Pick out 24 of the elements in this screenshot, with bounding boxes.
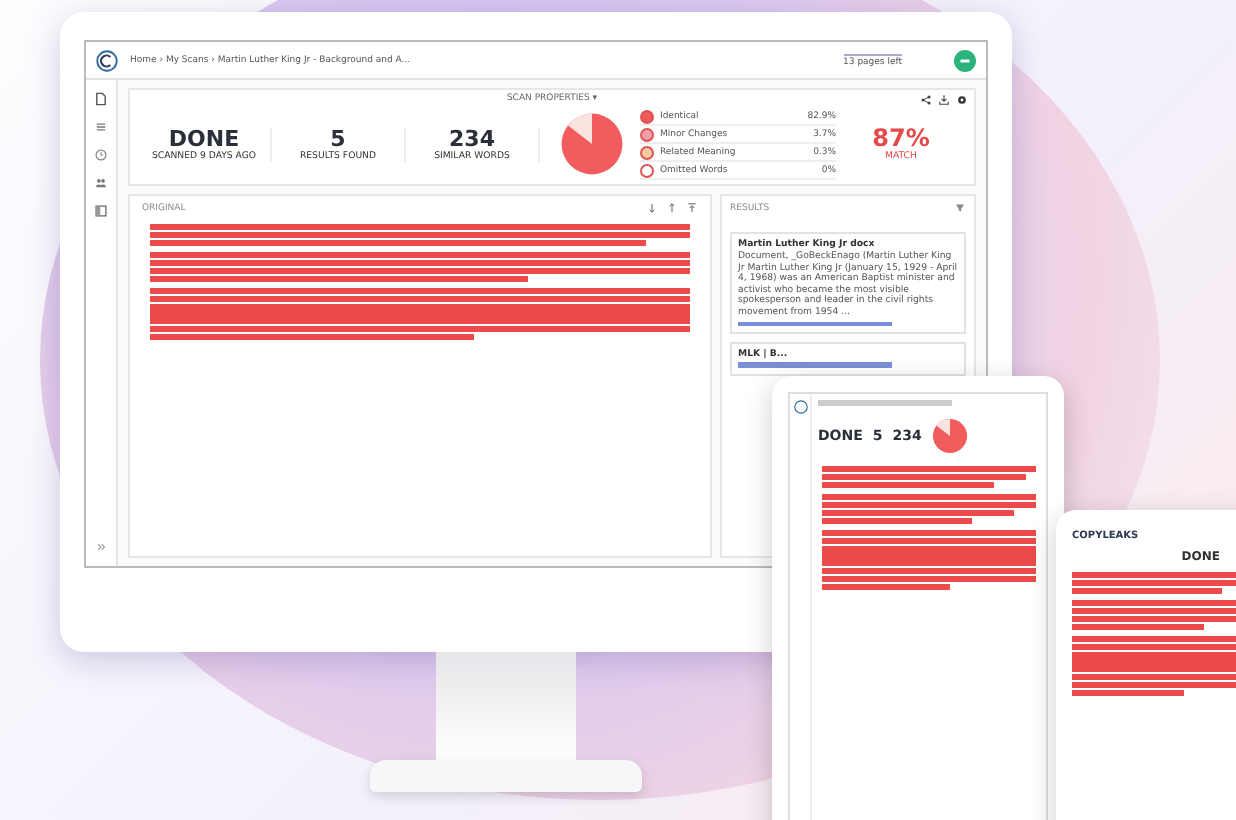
share-icon[interactable]: [920, 94, 932, 106]
list-icon[interactable]: [94, 120, 108, 134]
arrow-down-icon[interactable]: [646, 202, 658, 214]
compare-icon[interactable]: [94, 204, 108, 218]
collapse-icon[interactable]: [94, 540, 108, 554]
settings-icon[interactable]: [956, 94, 968, 106]
filter-icon[interactable]: [954, 202, 966, 214]
download-icon[interactable]: [938, 94, 950, 106]
users-icon[interactable]: [94, 176, 108, 190]
title-placeholder: [818, 400, 952, 406]
logo-icon: [793, 400, 807, 414]
stat-value: 234: [449, 127, 495, 151]
arrow-up-icon[interactable]: [666, 202, 678, 214]
stat-value: DONE: [168, 127, 240, 151]
logo-icon: [96, 49, 118, 71]
stat-value: 5: [330, 127, 346, 151]
result-card[interactable]: [730, 232, 966, 335]
monitor-stand: [436, 652, 576, 760]
match-percent: 87%: [872, 126, 930, 152]
pie-chart-drawing: [560, 112, 624, 176]
clock-icon[interactable]: [94, 148, 108, 162]
document-icon[interactable]: [94, 92, 108, 106]
arrow-to-top-icon[interactable]: [686, 202, 698, 214]
pie-chart-drawing: [931, 418, 968, 454]
